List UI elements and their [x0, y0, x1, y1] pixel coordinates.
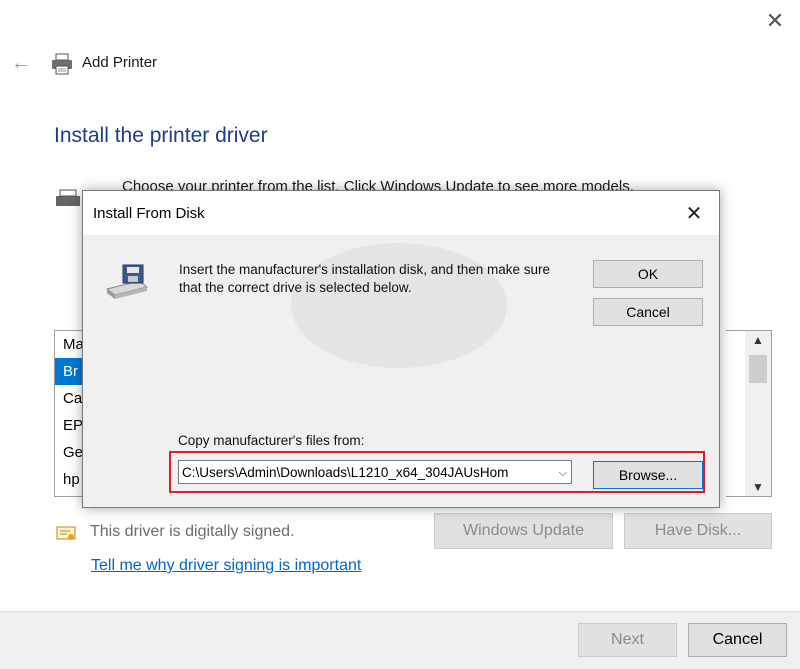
dialog-close-icon[interactable]: ✕ [681, 201, 707, 227]
window-title: Add Printer [82, 54, 158, 71]
dialog-title: Install From Disk [93, 205, 205, 222]
driver-signing-link[interactable]: Tell me why driver signing is important [91, 557, 361, 575]
close-icon[interactable]: ✕ [762, 8, 788, 34]
dialog-message: Insert the manufacturer's installation d… [179, 262, 551, 295]
scroll-up-icon[interactable]: ▲ [745, 333, 771, 347]
ok-button[interactable]: OK [593, 260, 703, 288]
path-value: C:\Users\Admin\Downloads\L1210_x64_304JA… [182, 465, 509, 480]
browse-button[interactable]: Browse... [593, 461, 703, 489]
scrollbar[interactable]: ▲ ▼ [745, 331, 771, 496]
next-button[interactable]: Next [578, 623, 677, 657]
dialog-cancel-button[interactable]: Cancel [593, 298, 703, 326]
have-disk-button[interactable]: Have Disk... [624, 513, 772, 549]
path-combobox[interactable]: C:\Users\Admin\Downloads\L1210_x64_304JA… [178, 460, 572, 484]
signed-status-text: This driver is digitally signed. [90, 523, 295, 540]
dialog-titlebar: Install From Disk ✕ [83, 191, 719, 235]
scroll-thumb[interactable] [749, 355, 767, 383]
windows-update-button[interactable]: Windows Update [434, 513, 613, 549]
scroll-down-icon[interactable]: ▼ [745, 480, 771, 494]
printer-model-icon [54, 188, 84, 215]
footer-bar [0, 611, 800, 669]
page-heading: Install the printer driver [54, 124, 268, 147]
copy-from-label: Copy manufacturer's files from: [178, 433, 365, 448]
cancel-button[interactable]: Cancel [688, 623, 787, 657]
model-list[interactable]: ▲ ▼ [726, 330, 772, 497]
disk-drive-icon [103, 263, 151, 308]
install-from-disk-dialog: Install From Disk ✕ Insert the manufactu… [82, 190, 720, 508]
chevron-down-icon[interactable]: ⌵ [559, 461, 567, 483]
signed-certificate-icon [56, 526, 76, 542]
printer-icon [50, 52, 74, 81]
back-arrow-icon[interactable]: ← [8, 50, 34, 76]
